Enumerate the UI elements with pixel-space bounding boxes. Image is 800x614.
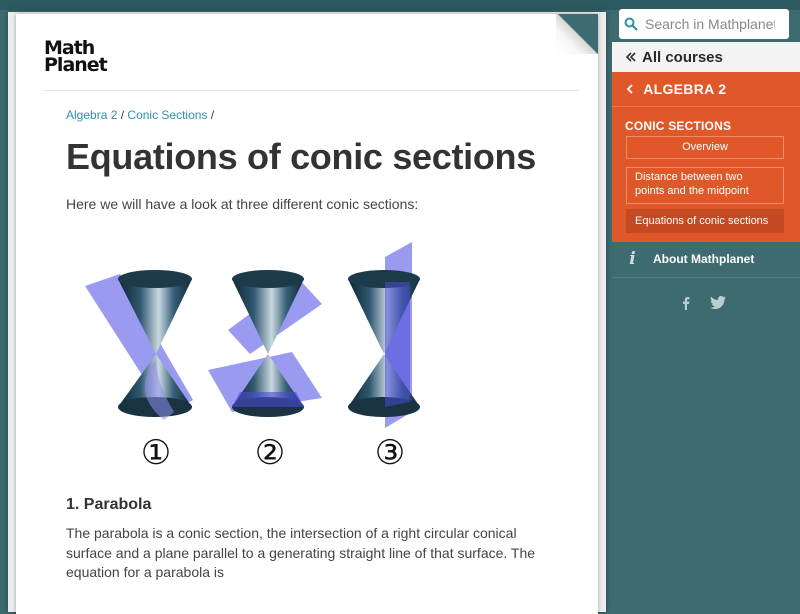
header-divider	[44, 90, 579, 91]
breadcrumb-conic-sections[interactable]: Conic Sections	[127, 108, 207, 122]
plane-overlap	[385, 282, 410, 407]
all-courses-label: All courses	[642, 48, 723, 66]
breadcrumb-separator: /	[210, 108, 215, 122]
plane-overlap	[232, 392, 304, 407]
sidebar-divider	[612, 277, 800, 278]
conic-sections-figure: ① ② ③	[85, 242, 420, 472]
breadcrumb: Algebra 2 / Conic Sections /	[66, 108, 214, 122]
page-curl	[556, 14, 598, 54]
facebook-icon[interactable]	[680, 296, 692, 315]
figure-label-1: ①	[141, 433, 171, 472]
intro-text: Here we will have a look at three differ…	[66, 196, 419, 212]
search-input[interactable]	[643, 15, 777, 33]
course-label: ALGEBRA 2	[643, 81, 727, 97]
course-divider	[612, 106, 800, 107]
course-nav: ALGEBRA 2 CONIC SECTIONS Overview Distan…	[612, 72, 800, 242]
section-heading-parabola: 1. Parabola	[66, 496, 152, 513]
figure-label-3: ③	[375, 433, 405, 472]
cone-ellipse-hyperbola	[208, 270, 322, 417]
upper-rim	[118, 270, 192, 288]
twitter-icon[interactable]	[710, 296, 726, 315]
course-link-algebra-2[interactable]: ALGEBRA 2	[626, 81, 726, 97]
figure-label-2: ②	[255, 433, 285, 472]
nav-item-distance-midpoint[interactable]: Distance between two points and the midp…	[626, 167, 784, 204]
breadcrumb-algebra-2[interactable]: Algebra 2	[66, 108, 117, 122]
cone-parabola	[85, 270, 193, 420]
about-mathplanet-link[interactable]: i About Mathplanet	[612, 244, 800, 274]
logo-text-planet: Planet	[44, 54, 108, 76]
cone-hyperbola	[348, 242, 420, 428]
all-courses-link[interactable]: All courses	[612, 42, 800, 72]
info-icon: i	[629, 249, 636, 269]
parabola-paragraph: The parabola is a conic section, the int…	[66, 525, 536, 580]
section-title-conic-sections[interactable]: CONIC SECTIONS	[625, 119, 731, 133]
social-links	[680, 296, 726, 315]
nav-item-equations-conic-sections[interactable]: Equations of conic sections	[626, 209, 784, 233]
double-chevron-left-icon	[625, 49, 636, 66]
chevron-left-icon	[626, 81, 637, 97]
nav-item-overview[interactable]: Overview	[626, 136, 784, 159]
search-box[interactable]	[619, 9, 789, 39]
about-label: About Mathplanet	[653, 252, 755, 266]
page-title: Equations of conic sections	[66, 136, 536, 177]
search-icon[interactable]	[619, 17, 643, 31]
upper-rim	[232, 270, 304, 288]
breadcrumb-separator: /	[120, 108, 125, 122]
mathplanet-logo[interactable]: Math Planet	[44, 39, 112, 76]
